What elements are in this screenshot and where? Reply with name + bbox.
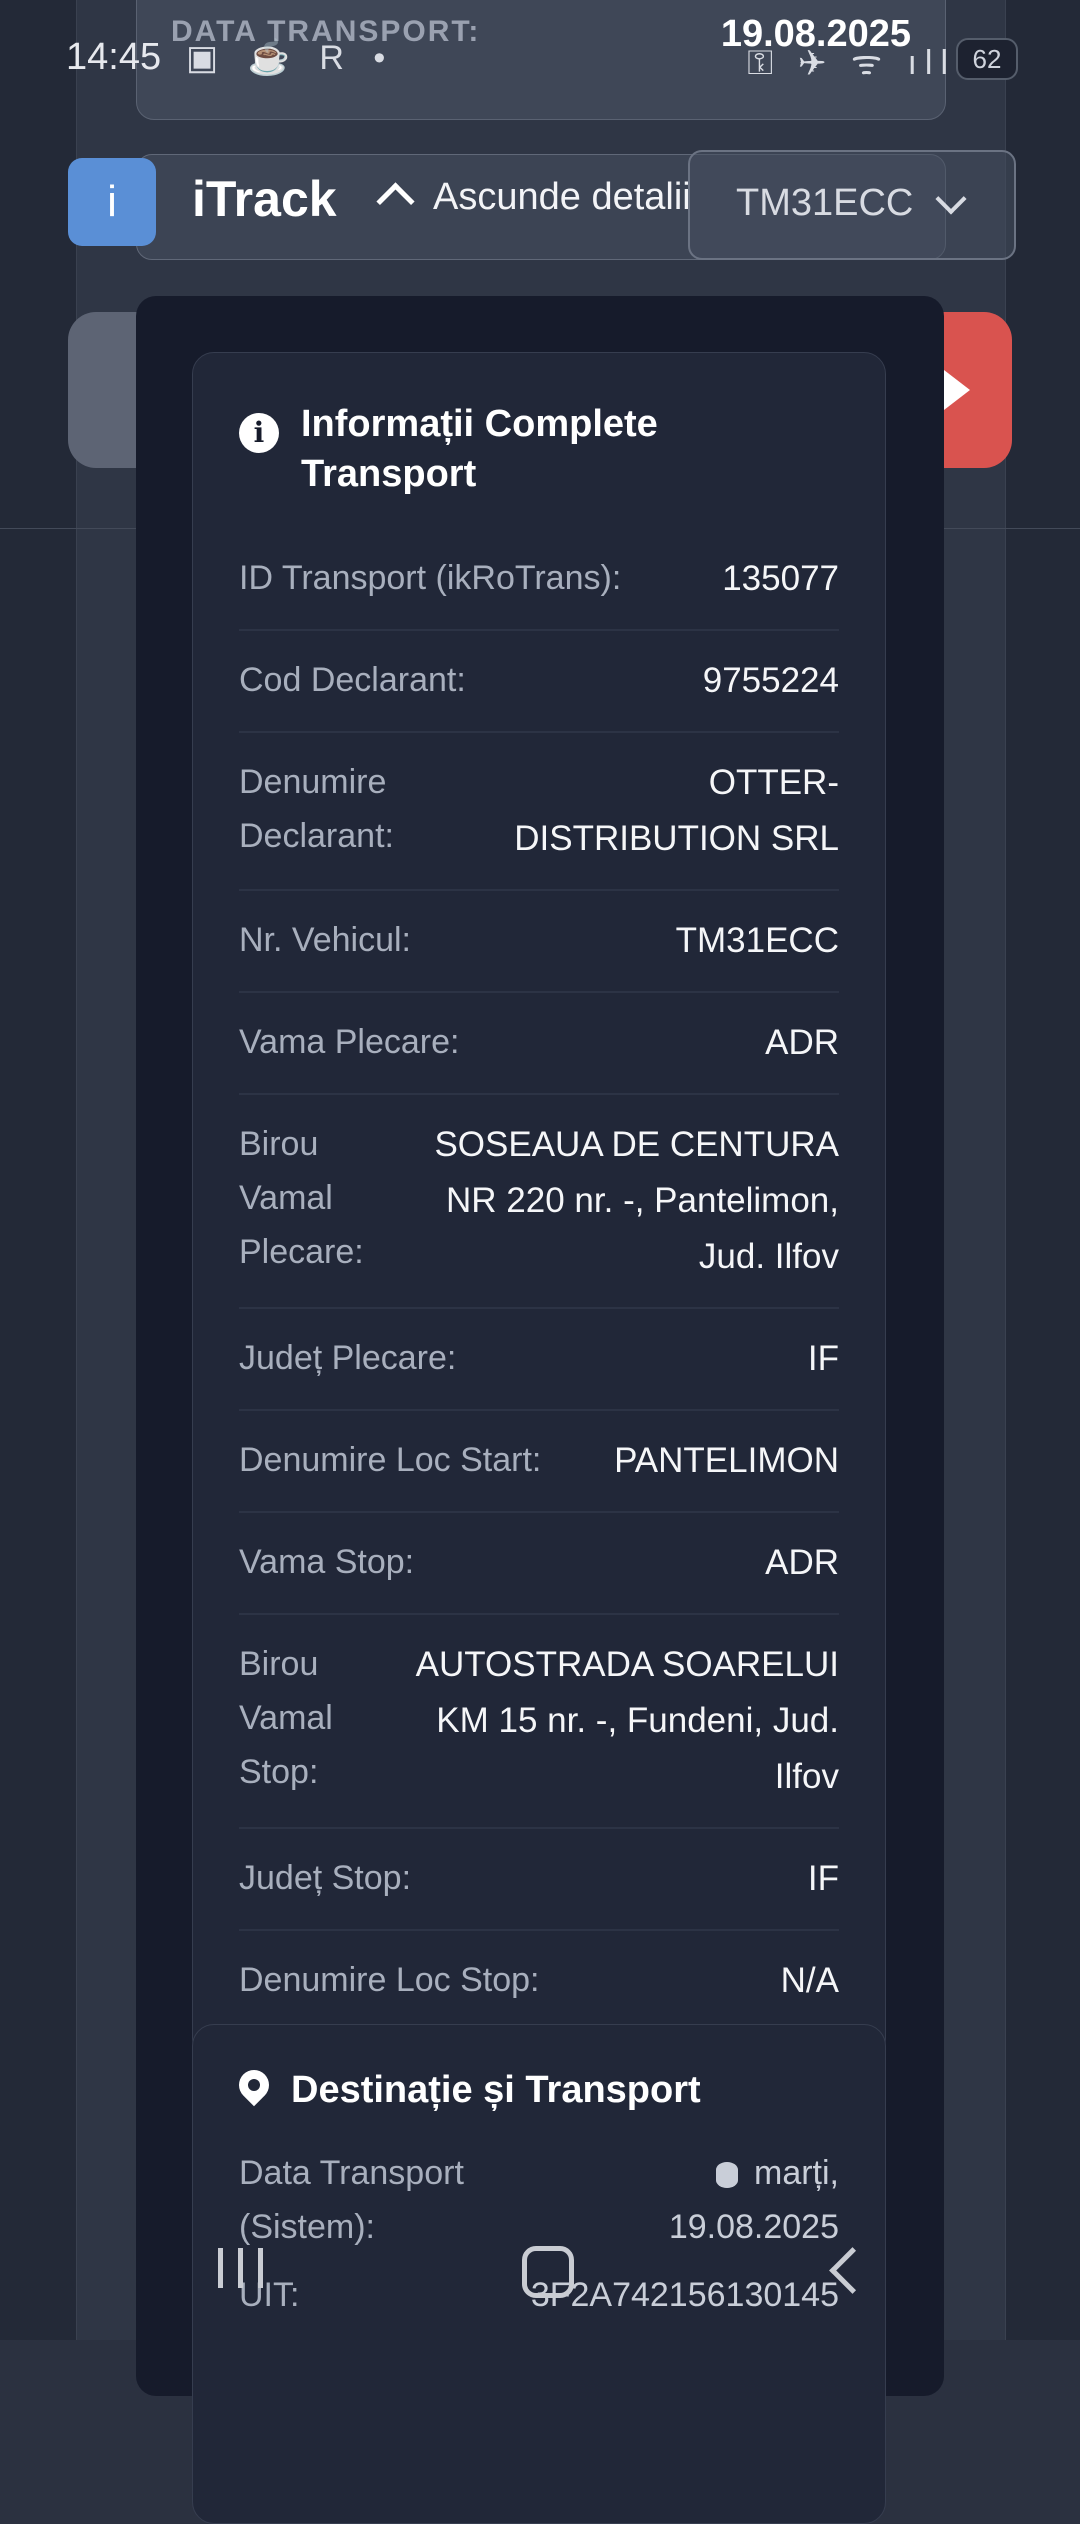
map-pin-icon — [232, 2063, 276, 2112]
info-row-label: Vama Stop: — [239, 1543, 415, 1581]
info-row-label: Cod Declarant: — [239, 661, 466, 699]
info-row-value: TM31ECC — [675, 921, 839, 960]
toggle-details-button[interactable]: Ascunde detalii — [376, 176, 691, 221]
info-row: Vama Stop: ADR — [239, 1513, 839, 1615]
info-rows: ID Transport (ikRoTrans): 135077 Cod Decla… — [239, 529, 839, 2031]
chevron-up-icon — [376, 182, 415, 221]
info-row: Vama Plecare: ADR — [239, 993, 839, 1095]
info-icon: i — [239, 413, 279, 453]
status-bar: 14:45 ▣ ☕ R • ⚿ ✈ ᯤ ıll 62 — [0, 0, 1080, 120]
info-row-label: Vama Plecare: — [239, 1023, 460, 1061]
info-row-value: ADR — [765, 1023, 839, 1062]
notification-icons: ▣ ☕ R • — [186, 39, 396, 77]
toggle-details-label: Ascunde detalii — [433, 176, 691, 218]
background-left-edge — [0, 0, 76, 2340]
info-row: Denumire Loc Start: PANTELIMON — [239, 1411, 839, 1513]
info-row-value: SOSEAUA DE CENTURA NR 220 nr. -, Panteli… — [434, 1125, 839, 1276]
vehicle-select-value: TM31ECC — [736, 182, 914, 224]
info-row-label: Denumire Declarant: — [239, 763, 394, 855]
info-row-value: PANTELIMON — [614, 1441, 839, 1480]
system-status-icons: ⚿ ✈ ᯤ ıll — [747, 44, 956, 82]
info-row-label: ID Transport (ikRoTrans): — [239, 559, 622, 597]
info-row-value: AUTOSTRADA SOARELUI KM 15 nr. -, Fundeni… — [415, 1645, 839, 1796]
info-row: Județ Stop: IF — [239, 1829, 839, 1931]
info-row-value: IF — [807, 1339, 839, 1378]
details-panel: i Informații Complete Transport ID Trans… — [136, 296, 944, 2524]
nav-recents-button[interactable] — [218, 2248, 266, 2288]
status-time: 14:45 — [66, 36, 162, 78]
destination-card-title: Destinație și Transport — [291, 2069, 701, 2111]
info-row-value: 135077 — [722, 559, 839, 598]
info-row-value: OTTER-DISTRIBUTION SRL — [514, 763, 839, 858]
info-row: Birou Vamal Plecare: SOSEAUA DE CENTURA N… — [239, 1095, 839, 1309]
app-title: iTrack — [192, 171, 337, 227]
info-row-label: Denumire Loc Start: — [239, 1441, 542, 1479]
info-row-label: Nr. Vehicul: — [239, 921, 411, 959]
info-row: Județ Plecare: IF — [239, 1309, 839, 1411]
vehicle-select[interactable]: TM31ECC — [688, 150, 1016, 260]
transport-info-card: i Informații Complete Transport ID Trans… — [192, 352, 886, 2060]
background-right-edge — [1004, 0, 1080, 2340]
nav-home-button[interactable] — [522, 2246, 574, 2298]
info-row: ID Transport (ikRoTrans): 135077 — [239, 529, 839, 631]
info-row-value: IF — [807, 1859, 839, 1898]
info-row-value: N/A — [780, 1961, 839, 2000]
info-row: Denumire Loc Stop: N/A — [239, 1931, 839, 2031]
info-row: Cod Declarant: 9755224 — [239, 631, 839, 733]
info-row-label: Birou Vamal Stop: — [239, 1645, 333, 1791]
database-icon — [716, 2162, 738, 2188]
info-row-label: Birou Vamal Plecare: — [239, 1125, 364, 1271]
info-row-value: ADR — [765, 1543, 839, 1582]
info-row-label: Județ Plecare: — [239, 1339, 457, 1377]
destination-card-header: Destinație și Transport — [232, 2063, 839, 2112]
dest-date-row: Data Transport (Sistem): marți, 19.08.20… — [239, 2146, 839, 2254]
dest-uit-value: 3F2A742156130145 — [530, 2276, 839, 2314]
info-row: Birou Vamal Stop: AUTOSTRADA SOARELUI KM … — [239, 1615, 839, 1829]
info-row-label: Județ Stop: — [239, 1859, 412, 1897]
info-row-value: 9755224 — [702, 661, 839, 700]
dest-date-label: Data Transport (Sistem): — [239, 2154, 464, 2246]
battery-icon: 62 — [956, 38, 1018, 80]
info-row: Denumire Declarant: OTTER-DISTRIBUTION SR… — [239, 733, 839, 891]
info-card-title: Informații Complete Transport — [301, 403, 658, 495]
info-row: Nr. Vehicul: TM31ECC — [239, 891, 839, 993]
chevron-down-icon — [935, 183, 967, 215]
info-row-label: Denumire Loc Stop: — [239, 1961, 540, 1999]
dest-date-value: marți, 19.08.2025 — [668, 2154, 839, 2246]
info-card-header: i Informații Complete Transport — [239, 399, 839, 499]
app-logo: i — [68, 158, 156, 246]
